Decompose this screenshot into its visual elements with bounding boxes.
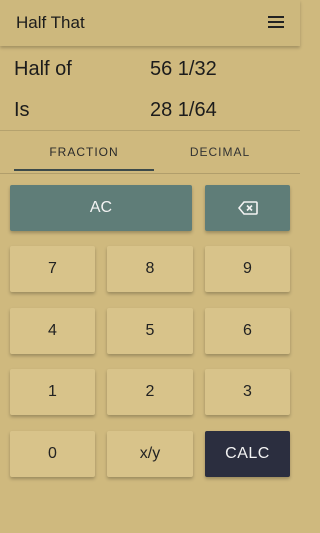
digit-9-button[interactable]: 9 — [205, 246, 290, 292]
tab-fraction[interactable]: FRACTION — [14, 131, 154, 173]
menu-icon[interactable] — [268, 16, 286, 30]
all-clear-button[interactable]: AC — [10, 185, 192, 231]
output-value: 28 1/64 — [150, 99, 217, 121]
input-value: 56 1/32 — [150, 58, 217, 80]
digit-7-button[interactable]: 7 — [10, 246, 95, 292]
app-title: Half That — [16, 13, 85, 32]
input-label: Half of — [14, 58, 72, 80]
output-label: Is — [14, 99, 30, 121]
mode-tabs: FRACTION DECIMAL — [0, 130, 300, 174]
backspace-icon — [237, 201, 258, 215]
digit-4-button[interactable]: 4 — [10, 308, 95, 354]
digit-3-button[interactable]: 3 — [205, 369, 290, 415]
digit-5-button[interactable]: 5 — [107, 308, 193, 354]
backspace-button[interactable] — [205, 185, 290, 231]
calc-button[interactable]: CALC — [205, 431, 290, 477]
digit-2-button[interactable]: 2 — [107, 369, 193, 415]
digit-6-button[interactable]: 6 — [205, 308, 290, 354]
app-bar: Half That — [0, 0, 300, 46]
digit-8-button[interactable]: 8 — [107, 246, 193, 292]
tab-decimal[interactable]: DECIMAL — [150, 131, 290, 173]
active-tab-indicator — [14, 169, 154, 171]
digit-0-button[interactable]: 0 — [10, 431, 95, 477]
fraction-button[interactable]: x/y — [107, 431, 193, 477]
digit-1-button[interactable]: 1 — [10, 369, 95, 415]
